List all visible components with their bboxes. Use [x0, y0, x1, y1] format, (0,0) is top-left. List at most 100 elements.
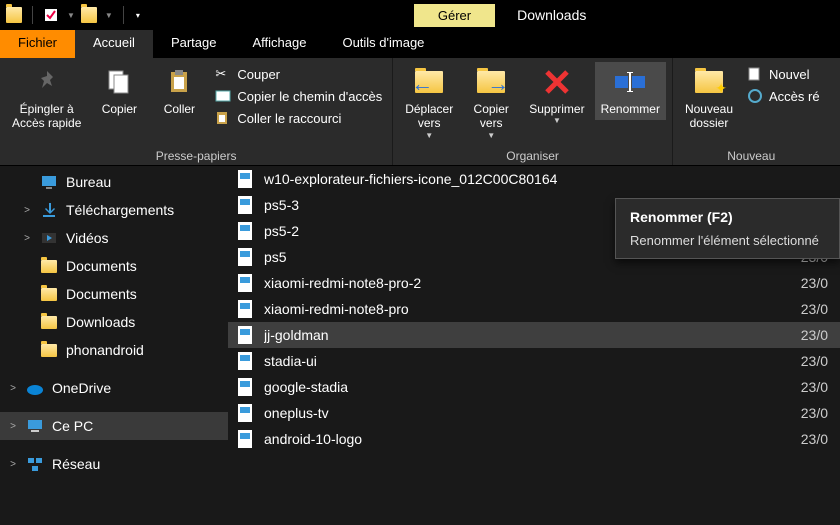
tab-share[interactable]: Partage: [153, 30, 235, 58]
separator: [32, 6, 33, 24]
image-file-icon: [236, 300, 254, 318]
expand-icon[interactable]: >: [8, 383, 18, 394]
sidebar-item[interactable]: phonandroid: [0, 336, 228, 364]
chevron-down-icon[interactable]: ▼: [67, 11, 75, 20]
sidebar-item[interactable]: >OneDrive: [0, 374, 228, 402]
file-date: 23/0: [801, 353, 832, 369]
group-label: Presse-papiers: [6, 147, 386, 163]
titlebar: ▼ ▼ ▾ Gérer Downloads: [0, 0, 840, 30]
folder-icon[interactable]: [81, 7, 97, 23]
qat-customize-icon[interactable]: ▾: [136, 11, 140, 20]
file-row[interactable]: xiaomi-redmi-note8-pro-223/0: [228, 270, 840, 296]
file-row[interactable]: oneplus-tv23/0: [228, 400, 840, 426]
folder-icon[interactable]: [6, 7, 22, 23]
button-label: Copier vers: [474, 102, 509, 131]
button-label: Coller: [164, 102, 195, 116]
button-label: Renommer: [601, 102, 660, 116]
sidebar-item-label: Bureau: [66, 174, 111, 190]
expand-icon[interactable]: >: [22, 233, 32, 244]
paste-shortcut-button[interactable]: Coller le raccourci: [211, 108, 386, 128]
sidebar-item[interactable]: Documents: [0, 280, 228, 308]
expand-icon[interactable]: >: [8, 459, 18, 470]
tab-view[interactable]: Affichage: [234, 30, 324, 58]
new-folder-icon: ✦: [693, 66, 725, 98]
clipboard-small-buttons: ✂ Couper Copier le chemin d'accès Coller…: [211, 62, 386, 128]
file-date: 23/0: [801, 327, 832, 343]
copy-path-button[interactable]: Copier le chemin d'accès: [211, 86, 386, 106]
image-file-icon: [236, 404, 254, 422]
properties-icon[interactable]: [43, 7, 59, 23]
navigation-pane[interactable]: Bureau >Téléchargements>Vidéos Documents Do…: [0, 166, 228, 525]
chevron-down-icon[interactable]: ▼: [105, 11, 113, 20]
new-small-buttons: Nouvel Accès ré: [743, 62, 824, 106]
file-date: 23/0: [801, 275, 832, 291]
ribbon-group-clipboard: Épingler à Accès rapide Copier Coller ✂ …: [0, 58, 393, 165]
image-file-icon: [236, 222, 254, 240]
folder-icon: [40, 341, 58, 359]
expand-icon[interactable]: >: [22, 205, 32, 216]
pin-to-quick-access-button[interactable]: Épingler à Accès rapide: [6, 62, 87, 135]
copy-button[interactable]: Copier: [91, 62, 147, 120]
chevron-down-icon: ▼: [487, 131, 495, 141]
button-label: Nouvel: [769, 67, 809, 82]
expand-icon[interactable]: >: [8, 421, 18, 432]
sidebar-item[interactable]: >Ce PC: [0, 412, 228, 440]
copy-to-icon: →: [475, 66, 507, 98]
file-row[interactable]: w10-explorateur-fichiers-icone_012C00C80…: [228, 166, 840, 192]
tab-home[interactable]: Accueil: [75, 30, 153, 58]
tab-picture-tools[interactable]: Outils d'image: [324, 30, 442, 58]
paste-icon: [163, 66, 195, 98]
sidebar-item[interactable]: Bureau: [0, 168, 228, 196]
new-item-button[interactable]: Nouvel: [743, 64, 824, 84]
folder-icon: [40, 257, 58, 275]
easy-access-button[interactable]: Accès ré: [743, 86, 824, 106]
pin-icon: [31, 66, 63, 98]
file-name: w10-explorateur-fichiers-icone_012C00C80…: [264, 171, 818, 187]
sidebar-item-label: Documents: [66, 258, 137, 274]
delete-button[interactable]: Supprimer ▼: [523, 62, 590, 130]
sidebar-item-label: Downloads: [66, 314, 135, 330]
file-row[interactable]: xiaomi-redmi-note8-pro23/0: [228, 296, 840, 322]
image-file-icon: [236, 430, 254, 448]
network-icon: [26, 455, 44, 473]
file-name: xiaomi-redmi-note8-pro: [264, 301, 791, 317]
rename-button[interactable]: Renommer: [595, 62, 666, 120]
button-label: Coller le raccourci: [237, 111, 341, 126]
button-label: Déplacer vers: [405, 102, 453, 131]
path-icon: [215, 88, 231, 104]
sidebar-item-label: Réseau: [52, 456, 100, 472]
onedrive-icon: [26, 379, 44, 397]
sidebar-item[interactable]: Downloads: [0, 308, 228, 336]
context-tab-header: Gérer: [414, 4, 495, 27]
ribbon-tabs: Fichier Accueil Partage Affichage Outils…: [0, 30, 840, 58]
new-folder-button[interactable]: ✦ Nouveau dossier: [679, 62, 739, 135]
file-row[interactable]: jj-goldman23/0: [228, 322, 840, 348]
download-icon: [40, 201, 58, 219]
button-label: Copier le chemin d'accès: [237, 89, 382, 104]
image-file-icon: [236, 170, 254, 188]
button-label: Couper: [237, 67, 280, 82]
sidebar-item[interactable]: >Téléchargements: [0, 196, 228, 224]
group-label: Nouveau: [679, 147, 824, 163]
copy-icon: [103, 66, 135, 98]
file-row[interactable]: android-10-logo23/0: [228, 426, 840, 452]
image-file-icon: [236, 248, 254, 266]
file-name: android-10-logo: [264, 431, 791, 447]
file-row[interactable]: google-stadia23/0: [228, 374, 840, 400]
sidebar-item[interactable]: >Vidéos: [0, 224, 228, 252]
window-title: Downloads: [517, 7, 586, 23]
quick-access-toolbar: ▼ ▼ ▾: [0, 6, 146, 24]
file-name: stadia-ui: [264, 353, 791, 369]
sidebar-item[interactable]: > Réseau: [0, 450, 228, 478]
shortcut-icon: [215, 110, 231, 126]
copy-to-button[interactable]: → Copier vers ▼: [463, 62, 519, 144]
move-to-button[interactable]: ← Déplacer vers ▼: [399, 62, 459, 144]
paste-button[interactable]: Coller: [151, 62, 207, 120]
cut-button[interactable]: ✂ Couper: [211, 64, 386, 84]
image-file-icon: [236, 196, 254, 214]
tab-file[interactable]: Fichier: [0, 30, 75, 58]
sidebar-item[interactable]: Documents: [0, 252, 228, 280]
file-row[interactable]: stadia-ui 23/0: [228, 348, 840, 374]
image-file-icon: [236, 352, 254, 370]
file-date: 23/0: [801, 379, 832, 395]
